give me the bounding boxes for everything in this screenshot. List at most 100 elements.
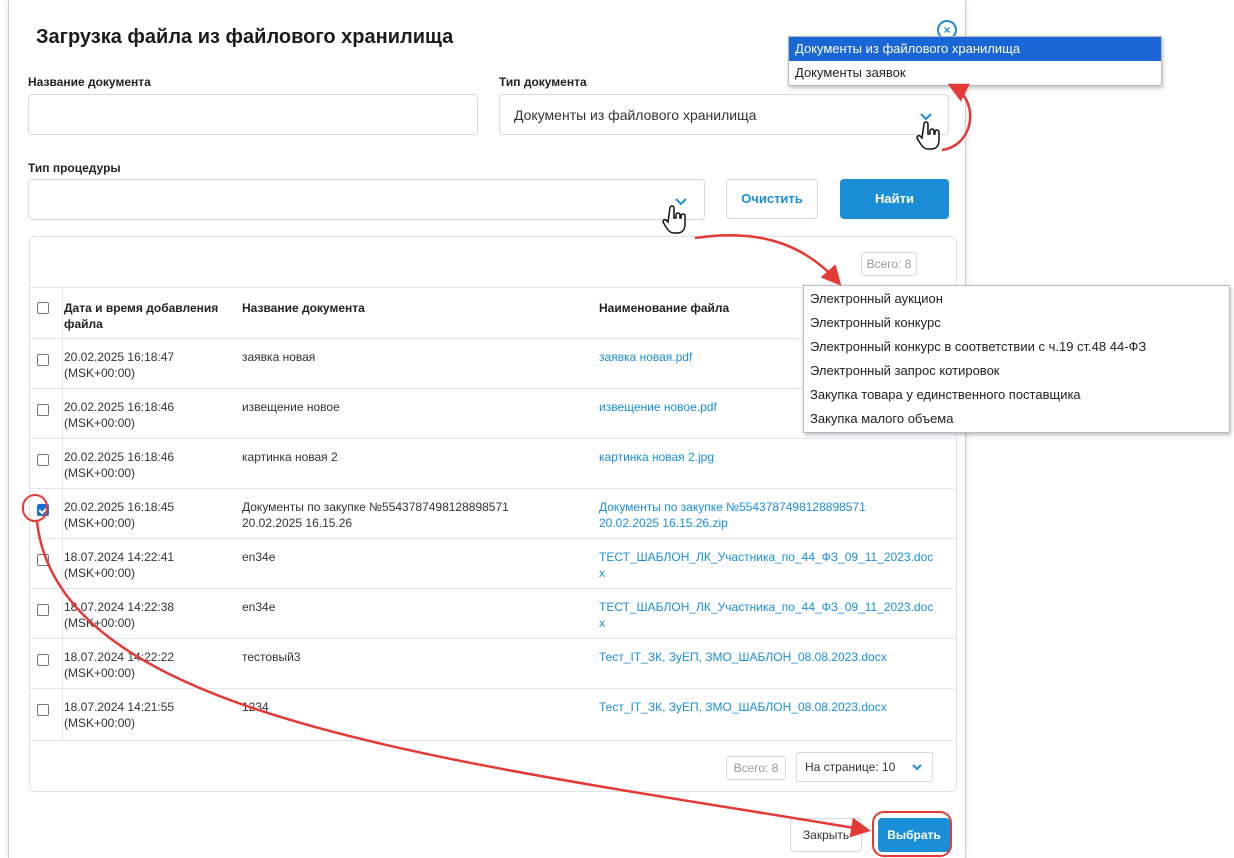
row-file-name: заявка новая.pdf — [599, 350, 693, 364]
row-checkbox[interactable] — [37, 654, 49, 666]
doc-name-label: Название документа — [28, 75, 151, 89]
row-doc-name: Документы по закупке №554378749812889857… — [242, 500, 509, 514]
doc-type-dropdown: Документы из файлового хранилища Докумен… — [788, 36, 1162, 86]
row-doc-name: 1234 — [242, 700, 269, 714]
table-divider — [30, 488, 956, 489]
row-timezone: (MSK+00:00) — [64, 716, 136, 730]
row-file-name: картинка новая 2.jpg — [599, 450, 715, 464]
annotation-highlight-checkbox — [22, 494, 48, 522]
doc-name-input[interactable] — [28, 94, 478, 135]
dropdown-option[interactable]: Закупка малого объема — [804, 407, 1229, 431]
dropdown-option[interactable]: Закупка товара у единственного поставщик… — [804, 383, 1229, 407]
row-file-name-2: x — [599, 566, 605, 580]
file-link[interactable]: Документы по закупке №554378749812889857… — [599, 499, 866, 531]
file-link[interactable]: ТЕСТ_ШАБЛОН_ЛК_Участника_по_44_ФЗ_09_11_… — [599, 599, 933, 631]
annotation-highlight-choose — [872, 811, 952, 857]
file-link[interactable]: заявка новая.pdf — [599, 349, 692, 365]
clear-button[interactable]: Очистить — [726, 179, 818, 219]
proc-type-select[interactable] — [28, 179, 705, 220]
proc-type-label: Тип процедуры — [28, 161, 121, 175]
dropdown-option[interactable]: Электронный запрос котировок — [804, 359, 1229, 383]
dropdown-option[interactable]: Документы из файлового хранилища — [789, 37, 1161, 61]
table-divider — [30, 538, 956, 539]
chevron-down-icon — [675, 198, 687, 206]
row-file-name: Документы по закупке №554378749812889857… — [599, 500, 866, 514]
doc-type-value: Документы из файлового хранилища — [514, 107, 757, 123]
row-date: 20.02.2025 16:18:46 — [64, 400, 175, 414]
table-cell-doc-name: заявка новая — [242, 349, 315, 365]
column-divider — [62, 288, 63, 740]
row-date: 18.07.2024 14:22:22 — [64, 650, 175, 664]
find-button[interactable]: Найти — [840, 179, 949, 219]
row-date: 20.02.2025 16:18:47 — [64, 350, 175, 364]
row-file-name-2: x — [599, 616, 605, 630]
row-checkbox[interactable] — [37, 354, 49, 366]
table-cell-date: 20.02.2025 16:18:47 (MSK+00:00) — [64, 349, 174, 381]
total-count-top: Всего: 8 — [861, 252, 917, 276]
modal-title: Загрузка файла из файлового хранилища — [36, 26, 454, 48]
table-cell-doc-name: Документы по закупке №554378749812889857… — [242, 499, 509, 531]
row-file-name: Тест_IT_ЗК, ЗуЕП, ЗМО_ШАБЛОН_08.08.2023.… — [599, 700, 887, 714]
file-link[interactable]: Тест_IT_ЗК, ЗуЕП, ЗМО_ШАБЛОН_08.08.2023.… — [599, 699, 887, 715]
row-doc-name-2: 20.02.2025 16.15.26 — [242, 516, 353, 530]
row-checkbox[interactable] — [37, 604, 49, 616]
column-header-file-name[interactable]: Наименование файла — [599, 300, 729, 316]
doc-type-select[interactable]: Документы из файлового хранилища — [499, 94, 949, 135]
table-cell-date: 18.07.2024 14:22:41 (MSK+00:00) — [64, 549, 174, 581]
table-cell-doc-name: тестовый3 — [242, 649, 300, 665]
table-cell-date: 20.02.2025 16:18:46 (MSK+00:00) — [64, 449, 174, 481]
table-divider — [30, 638, 956, 639]
row-doc-name: тестовый3 — [242, 650, 301, 664]
row-timezone: (MSK+00:00) — [64, 566, 136, 580]
table-cell-doc-name: 1234 — [242, 699, 269, 715]
table-cell-date: 20.02.2025 16:18:46 (MSK+00:00) — [64, 399, 174, 431]
page-size-select[interactable]: На странице: 10 — [796, 752, 933, 782]
row-file-name: Тест_IT_ЗК, ЗуЕП, ЗМО_ШАБЛОН_08.08.2023.… — [599, 650, 887, 664]
row-doc-name: картинка новая 2 — [242, 450, 338, 464]
table-cell-doc-name: извещение новое — [242, 399, 340, 415]
row-checkbox[interactable] — [37, 404, 49, 416]
dropdown-option[interactable]: Электронный аукцион — [804, 287, 1229, 311]
row-date: 18.07.2024 14:22:41 — [64, 550, 175, 564]
row-timezone: (MSK+00:00) — [64, 666, 136, 680]
row-doc-name: извещение новое — [242, 400, 340, 414]
table-cell-date: 18.07.2024 14:22:22 (MSK+00:00) — [64, 649, 174, 681]
doc-type-label: Тип документа — [499, 75, 587, 89]
row-checkbox[interactable] — [37, 704, 49, 716]
row-timezone: (MSK+00:00) — [64, 416, 136, 430]
chevron-down-icon — [920, 113, 932, 121]
row-date: 20.02.2025 16:18:45 — [64, 500, 175, 514]
table-divider — [30, 588, 956, 589]
row-doc-name: en34e — [242, 600, 276, 614]
row-doc-name: en34e — [242, 550, 276, 564]
row-checkbox[interactable] — [37, 454, 49, 466]
table-divider — [30, 740, 956, 741]
row-file-name-2: 20.02.2025 16.15.26.zip — [599, 516, 728, 530]
file-link[interactable]: Тест_IT_ЗК, ЗуЕП, ЗМО_ШАБЛОН_08.08.2023.… — [599, 649, 887, 665]
table-cell-doc-name: en34e — [242, 549, 275, 565]
row-date: 18.07.2024 14:22:38 — [64, 600, 175, 614]
dropdown-option[interactable]: Электронный конкурс в соответствии с ч.1… — [804, 335, 1229, 359]
row-file-name: ТЕСТ_ШАБЛОН_ЛК_Участника_по_44_ФЗ_09_11_… — [599, 600, 934, 614]
file-link[interactable]: ТЕСТ_ШАБЛОН_ЛК_Участника_по_44_ФЗ_09_11_… — [599, 549, 933, 581]
column-header-date[interactable]: Дата и время добавления файла — [64, 300, 224, 332]
row-doc-name: заявка новая — [242, 350, 316, 364]
table-divider — [30, 438, 956, 439]
file-link[interactable]: картинка новая 2.jpg — [599, 449, 714, 465]
table-cell-date: 20.02.2025 16:18:45 (MSK+00:00) — [64, 499, 174, 531]
row-checkbox[interactable] — [37, 554, 49, 566]
chevron-down-icon — [912, 764, 922, 771]
row-date: 20.02.2025 16:18:46 — [64, 450, 175, 464]
proc-type-dropdown: Электронный аукцион Электронный конкурс … — [803, 285, 1230, 433]
table-cell-date: 18.07.2024 14:22:38 (MSK+00:00) — [64, 599, 174, 631]
select-all-checkbox[interactable] — [37, 302, 49, 314]
row-date: 18.07.2024 14:21:55 — [64, 700, 175, 714]
dropdown-option[interactable]: Документы заявок — [789, 61, 1161, 85]
file-link[interactable]: извещение новое.pdf — [599, 399, 717, 415]
close-button[interactable]: Закрыть — [790, 818, 862, 852]
table-cell-date: 18.07.2024 14:21:55 (MSK+00:00) — [64, 699, 174, 731]
dropdown-option[interactable]: Электронный конкурс — [804, 311, 1229, 335]
column-header-doc-name[interactable]: Название документа — [242, 300, 365, 316]
row-timezone: (MSK+00:00) — [64, 516, 136, 530]
row-timezone: (MSK+00:00) — [64, 466, 136, 480]
